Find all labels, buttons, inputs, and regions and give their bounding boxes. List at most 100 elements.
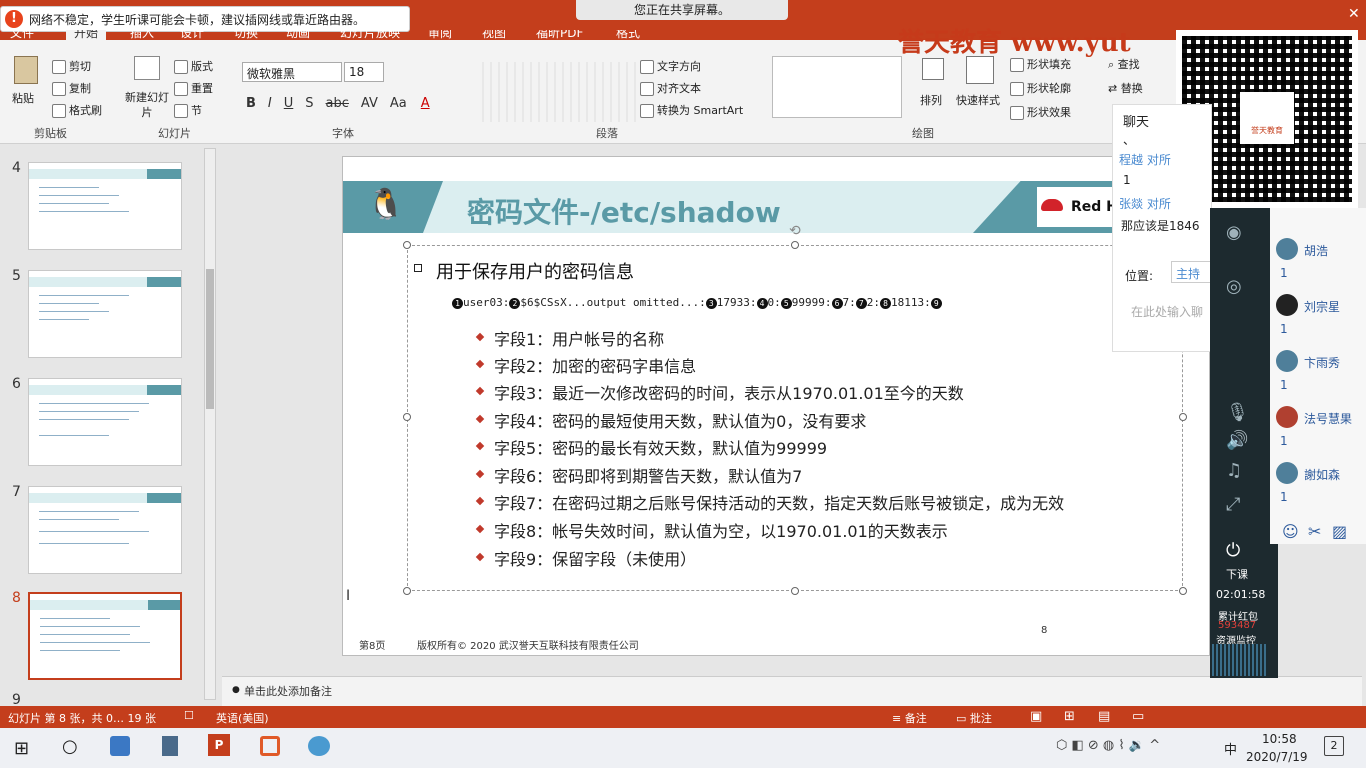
notes-pane[interactable]: ● 单击此处添加备注 — [222, 676, 1362, 706]
fullscreen-icon[interactable]: ⤢ — [1226, 494, 1240, 515]
smartart-button[interactable]: 转换为 SmartArt — [640, 102, 743, 118]
arrange-button[interactable]: 排列 — [920, 92, 942, 108]
emoji-icon[interactable]: ☺ — [1282, 522, 1299, 541]
font-size-select[interactable]: 18 — [344, 62, 384, 82]
resize-handle-bl[interactable] — [403, 587, 411, 595]
warning-text: 网络不稳定，学生听课可能会卡顿，建议插网线或靠近路由器。 — [29, 13, 366, 27]
slide-thumbnail-5[interactable] — [28, 270, 182, 358]
font-name-select[interactable]: 微软雅黑 — [242, 62, 342, 82]
powerpoint-icon[interactable]: P — [208, 734, 230, 756]
italic-button[interactable]: I — [268, 96, 272, 111]
tray-icons[interactable]: ⬡ ◧ ⊘ ◍ ⌇ 🔉 ^ — [1056, 738, 1160, 753]
resize-handle-tl[interactable] — [403, 241, 411, 249]
windows-start-icon[interactable]: ⊞ — [14, 738, 29, 759]
clock-time[interactable]: 10:58 — [1262, 732, 1297, 746]
chat-input[interactable]: 在此处输入聊 — [1131, 303, 1203, 320]
participant-name-5[interactable]: 謝如森 — [1304, 466, 1340, 483]
app-icon-classroom[interactable] — [110, 736, 130, 756]
format-painter-label: 格式刷 — [69, 104, 102, 117]
layout-button[interactable]: 版式 — [174, 58, 213, 74]
rotate-handle[interactable]: ⟲ — [789, 223, 801, 239]
spacing-button[interactable]: AV — [361, 96, 378, 111]
quick-styles-button[interactable]: 快速样式 — [956, 92, 1000, 108]
resize-handle-mr[interactable] — [1179, 413, 1187, 421]
reading-view-icon[interactable]: ▤ — [1098, 709, 1110, 724]
resize-handle-bm[interactable] — [791, 587, 799, 595]
comments-toggle[interactable]: ▭ 批注 — [956, 710, 992, 726]
case-button[interactable]: Aa — [390, 96, 407, 111]
new-slide-icon[interactable] — [134, 56, 160, 80]
scrollbar-thumb[interactable] — [206, 269, 214, 409]
strike-button[interactable]: abc — [326, 96, 349, 111]
resize-handle-ml[interactable] — [403, 413, 411, 421]
participant-name-2[interactable]: 刘宗星 — [1304, 298, 1340, 315]
scissors-icon — [52, 60, 66, 74]
speaker-icon[interactable]: 🔊 — [1226, 430, 1248, 451]
sorter-view-icon[interactable]: ⊞ — [1064, 709, 1075, 724]
participant-name-1[interactable]: 胡浩 — [1304, 242, 1328, 259]
current-slide[interactable]: 🐧 密码文件-/etc/shadow Red H ⟲ 第8页 版权所有© 202… — [342, 156, 1211, 656]
windows-taskbar: ⊞ ○ P ⬡ ◧ ⊘ ◍ ⌇ 🔉 ^ 中 10:58 2020/7/19 2 — [0, 728, 1366, 768]
quick-styles-icon[interactable] — [966, 56, 994, 84]
spellcheck-icon[interactable]: ☐ — [184, 709, 194, 722]
shapes-gallery[interactable] — [772, 56, 902, 118]
position-select[interactable]: 主持 — [1171, 261, 1211, 283]
participant-name-4[interactable]: 法号慧果 — [1304, 410, 1352, 427]
app-icon-screenshare[interactable] — [260, 736, 280, 756]
sample-part-2: $6$CSsX...output omitted...: — [520, 296, 706, 309]
align-text-button[interactable]: 对齐文本 — [640, 80, 701, 96]
normal-view-icon[interactable]: ▣ — [1030, 709, 1042, 724]
notification-icon[interactable]: 2 — [1324, 736, 1344, 756]
paste-icon[interactable] — [14, 56, 38, 84]
resize-handle-br[interactable] — [1179, 587, 1187, 595]
shape-outline-button[interactable]: 形状轮廓 — [1010, 80, 1071, 96]
slide-thumbnail-8-selected[interactable] — [28, 592, 182, 680]
app-icon-file[interactable] — [162, 736, 178, 756]
music-icon[interactable]: ♫ — [1226, 460, 1242, 481]
clock-date[interactable]: 2020/7/19 — [1246, 750, 1308, 764]
slide-thumbnail-4[interactable] — [28, 162, 182, 250]
shadow-button[interactable]: S — [305, 96, 313, 111]
notes-icon: ≡ — [892, 712, 905, 725]
text-direction-button[interactable]: 文字方向 — [640, 58, 701, 74]
thumbnails-scrollbar[interactable] — [204, 148, 216, 700]
align-text-icon — [640, 82, 654, 96]
arrange-icon[interactable] — [922, 58, 944, 80]
resize-handle-tm[interactable] — [791, 241, 799, 249]
layout-label: 版式 — [191, 60, 213, 73]
new-slide-button[interactable]: 新建幻灯片 — [122, 90, 172, 120]
input-method[interactable]: 中 — [1224, 739, 1237, 758]
underline-button[interactable]: U — [284, 96, 294, 111]
paste-button[interactable]: 粘贴 — [12, 90, 34, 106]
participant-avatar-3 — [1276, 350, 1298, 372]
power-icon[interactable]: ⏻ — [1226, 540, 1240, 561]
notes-bullet-icon: ● — [232, 685, 240, 695]
shape-effects-button[interactable]: 形状效果 — [1010, 104, 1071, 120]
slide-thumbnail-7[interactable] — [28, 486, 182, 574]
slides-group-label: 幻灯片 — [158, 127, 191, 140]
cut-button[interactable]: 剪切 — [52, 58, 91, 74]
notes-placeholder[interactable]: 单击此处添加备注 — [244, 683, 332, 699]
copy-icon — [52, 82, 66, 96]
scissors-icon[interactable]: ✂ — [1308, 522, 1321, 541]
reset-button[interactable]: 重置 — [174, 80, 213, 96]
bold-button[interactable]: B — [246, 96, 256, 111]
replace-button[interactable]: ⇄ 替换 — [1108, 80, 1143, 96]
close-icon[interactable]: ✕ — [1348, 6, 1360, 22]
format-painter-button[interactable]: 格式刷 — [52, 102, 102, 118]
leave-class-button[interactable]: 下课 — [1226, 566, 1248, 582]
share-icon[interactable]: ◎ — [1226, 276, 1242, 297]
section-button[interactable]: 节 — [174, 102, 202, 118]
participant-name-3[interactable]: 卞雨秀 — [1304, 354, 1340, 371]
font-color-button[interactable]: A — [421, 96, 430, 111]
cortana-icon[interactable]: ○ — [62, 736, 78, 757]
image-icon[interactable]: ▨ — [1332, 522, 1347, 541]
microphone-icon[interactable]: 🎙 — [1226, 402, 1249, 423]
app-icon-paint[interactable] — [308, 736, 330, 756]
language-status[interactable]: 英语(美国) — [216, 710, 269, 726]
slide-thumbnail-6[interactable] — [28, 378, 182, 466]
stage-icon[interactable]: ◉ — [1226, 222, 1242, 243]
notes-toggle[interactable]: ≡ 备注 — [892, 710, 927, 726]
slideshow-view-icon[interactable]: ▭ — [1132, 709, 1144, 724]
copy-button[interactable]: 复制 — [52, 80, 91, 96]
